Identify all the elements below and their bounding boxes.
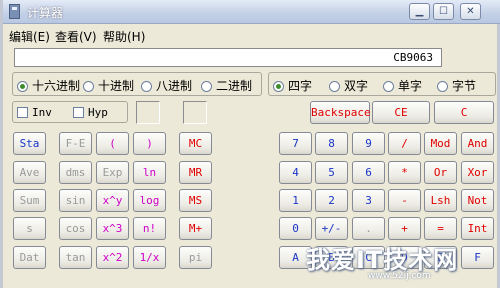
watermark-logo: 我爱IT技术网 [306,246,459,274]
menu-edit[interactable]: 编辑(E) [9,28,50,45]
menu-help[interactable]: 帮助(H) [103,28,145,45]
word-size-group: 四字 双字 单字 字节 [268,72,496,96]
window-title: 计算器 [27,6,64,20]
cos-button[interactable]: cos [59,217,92,240]
dat-button[interactable]: Dat [13,246,46,269]
checkbox-icon [73,107,84,118]
tan-button[interactable]: tan [59,246,92,269]
radio-dot-icon [329,81,340,92]
radio-dot-icon [141,81,152,92]
menu-bar: 编辑(E) 查看(V) 帮助(H) [3,24,500,44]
radio-byte[interactable]: 字节 [437,77,476,94]
or-button[interactable]: Or [424,161,457,184]
decimal-button[interactable]: . [352,217,385,240]
title-bar[interactable]: 计算器 ▁ ☐ ✕ [3,0,500,24]
radio-oct[interactable]: 八进制 [141,77,192,94]
radio-dot-icon [273,81,284,92]
parenthesis-indicator [136,101,160,124]
menu-view[interactable]: 查看(V) [55,28,97,45]
m-plus-button[interactable]: M+ [179,217,212,240]
maximize-button[interactable]: ☐ [433,3,454,20]
checkbox-icon [17,107,28,118]
subtract-button[interactable]: - [388,189,421,212]
add-button[interactable]: + [388,217,421,240]
sin-button[interactable]: sin [59,189,92,212]
radio-qword[interactable]: 四字 [273,77,312,94]
digit-3-button[interactable]: 3 [352,189,385,212]
close-button[interactable]: ✕ [460,3,481,20]
mr-button[interactable]: MR [179,161,212,184]
divide-button[interactable]: / [388,132,421,155]
number-base-group: 十六进制 十进制 八进制 二进制 [12,72,262,96]
clear-entry-button[interactable]: CE [372,101,430,124]
radio-dot-icon [83,81,94,92]
ms-button[interactable]: MS [179,189,212,212]
radio-hex[interactable]: 十六进制 [17,77,80,94]
radio-dot-icon [383,81,394,92]
inv-hyp-group: Inv Hyp [12,101,128,123]
digit-2-button[interactable]: 2 [315,189,348,212]
close-paren-button[interactable]: ) [133,132,166,155]
sta-button[interactable]: Sta [13,132,46,155]
calculator-display: CB9063 [14,48,442,67]
radio-dot-icon [17,81,28,92]
x-cubed-button[interactable]: x^3 [96,217,129,240]
not-button[interactable]: Not [461,189,494,212]
and-button[interactable]: And [461,132,494,155]
xor-button[interactable]: Xor [461,161,494,184]
inv-checkbox[interactable]: Inv [17,106,52,119]
clear-button[interactable]: C [434,101,494,124]
open-paren-button[interactable]: ( [96,132,129,155]
digit-6-button[interactable]: 6 [352,161,385,184]
pi-button[interactable]: pi [179,246,212,269]
mc-button[interactable]: MC [179,132,212,155]
fe-button[interactable]: F-E [59,132,92,155]
digit-1-button[interactable]: 1 [279,189,312,212]
x-pow-y-button[interactable]: x^y [96,189,129,212]
digit-8-button[interactable]: 8 [315,132,348,155]
backspace-button[interactable]: Backspace [310,101,371,124]
sum-button[interactable]: Sum [13,189,46,212]
radio-bin[interactable]: 二进制 [201,77,252,94]
hyp-checkbox[interactable]: Hyp [73,106,108,119]
calculator-window: 计算器 ▁ ☐ ✕ 编辑(E) 查看(V) 帮助(H) CB9063 十六进制 … [0,0,500,288]
radio-word[interactable]: 单字 [383,77,422,94]
radio-dec[interactable]: 十进制 [83,77,134,94]
watermark-url: www.52ij.com [368,271,431,281]
hex-f-button[interactable]: F [461,246,494,269]
memory-indicator [183,101,207,124]
radio-dot-icon [437,81,448,92]
dms-button[interactable]: dms [59,161,92,184]
calculator-icon [9,4,20,19]
radio-dot-icon [201,81,212,92]
radio-dword[interactable]: 双字 [329,77,368,94]
lsh-button[interactable]: Lsh [424,189,457,212]
ave-button[interactable]: Ave [13,161,46,184]
log-button[interactable]: log [133,189,166,212]
reciprocal-button[interactable]: 1/x [133,246,166,269]
ln-button[interactable]: ln [133,161,166,184]
minimize-button[interactable]: ▁ [409,3,430,20]
mod-button[interactable]: Mod [424,132,457,155]
int-button[interactable]: Int [461,217,494,240]
digit-4-button[interactable]: 4 [279,161,312,184]
digit-0-button[interactable]: 0 [279,217,312,240]
equals-button[interactable]: = [424,217,457,240]
multiply-button[interactable]: * [388,161,421,184]
factorial-button[interactable]: n! [133,217,166,240]
s-button[interactable]: s [13,217,46,240]
digit-9-button[interactable]: 9 [352,132,385,155]
negate-button[interactable]: +/- [315,217,348,240]
digit-7-button[interactable]: 7 [279,132,312,155]
exp-button[interactable]: Exp [96,161,129,184]
digit-5-button[interactable]: 5 [315,161,348,184]
x-squared-button[interactable]: x^2 [96,246,129,269]
